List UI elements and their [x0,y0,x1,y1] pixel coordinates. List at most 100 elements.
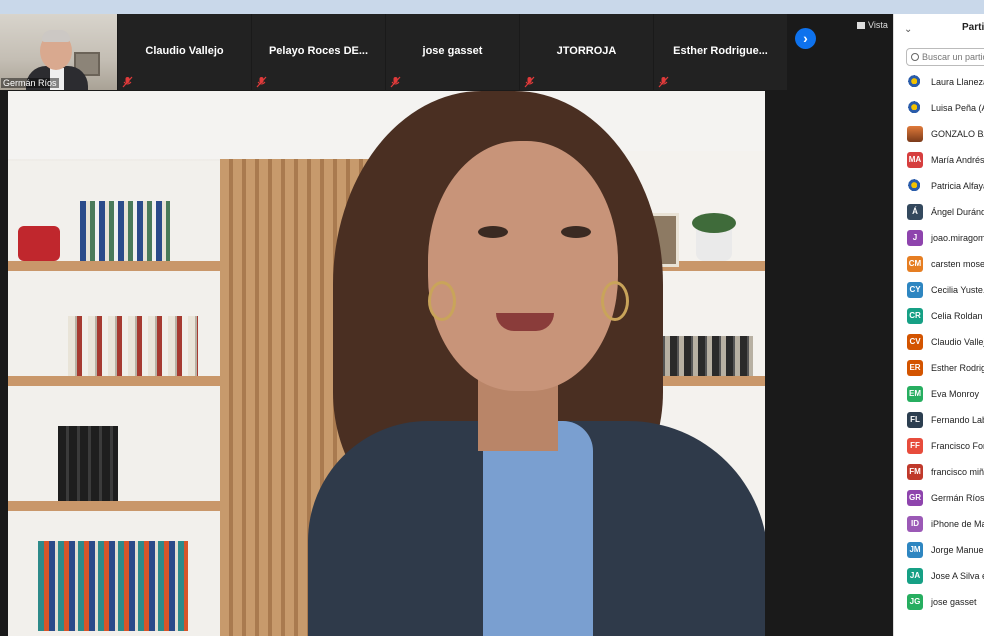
shelf [8,501,220,511]
self-hair [42,30,70,42]
participant-row[interactable]: FF Francisco Fons [894,434,984,460]
participant-row[interactable]: CR Celia Roldan S [894,304,984,330]
search-icon [911,53,919,61]
participant-row[interactable]: MA María Andrés [894,148,984,174]
participant-row[interactable]: Laura Llaneza ( [894,70,984,96]
earring [601,281,629,321]
participant-name: Patricia Alfayat [931,181,984,191]
self-video-tile[interactable]: Germán Ríos [0,14,117,90]
avatar: CM [907,256,923,272]
earring [428,281,456,321]
participant-row[interactable]: JM Jorge Manuel [894,538,984,564]
avatar: CY [907,282,923,298]
books [68,316,198,376]
red-vase [18,226,60,261]
participant-name: Claudio Vallejo [931,337,984,347]
participant-tile[interactable]: Pelayo Roces DE... [252,14,385,90]
mic-muted-icon [122,76,133,88]
participant-name: María Andrés [931,155,984,165]
mic-muted-icon [256,76,267,88]
participant-name: Esther Rodrigu [931,363,984,373]
avatar [907,100,923,116]
avatar [907,178,923,194]
participant-row[interactable]: FL Fernando Lab [894,408,984,434]
participant-name: Luisa Peña (Ar [931,103,984,113]
participant-name: carsten moser [931,259,984,269]
participant-row[interactable]: ID iPhone de Mar [894,512,984,538]
participant-name: Celia Roldan S [931,311,984,321]
participant-tile-name: JTORROJA [556,45,617,57]
participant-name: Francisco Fons [931,441,984,451]
avatar: J [907,230,923,246]
speaker-shirt [483,421,593,636]
participant-row[interactable]: CV Claudio Vallejo [894,330,984,356]
avatar: JA [907,568,923,584]
self-name-label: Germán Ríos [1,78,59,88]
participant-row[interactable]: CY Cecilia Yuste. S [894,278,984,304]
speaker-eye [561,226,591,238]
mic-muted-icon [390,76,401,88]
participant-name: GONZALO BAB [931,129,984,139]
participant-row[interactable]: Á Ángel Duránde [894,200,984,226]
participant-tile-name: jose gasset [422,45,483,57]
participant-row[interactable]: EM Eva Monroy [894,382,984,408]
participant-row[interactable]: Patricia Alfayat [894,174,984,200]
avatar: CV [907,334,923,350]
view-label: Vista [868,20,888,30]
mic-muted-icon [524,76,535,88]
participant-search-input[interactable]: Buscar un partic [906,48,984,66]
participant-name: jose gasset [931,597,977,607]
avatar: MA [907,152,923,168]
avatar: CR [907,308,923,324]
participant-row[interactable]: FM francisco miña [894,460,984,486]
avatar: FM [907,464,923,480]
books [80,201,170,261]
participant-tile-name: Pelayo Roces DE... [268,45,369,57]
avatar [907,126,923,142]
avatar: EM [907,386,923,402]
avatar: ER [907,360,923,376]
avatar: GR [907,490,923,506]
participant-row[interactable]: CM carsten moser [894,252,984,278]
participant-row[interactable]: Jjoao.miragome [894,226,984,252]
avatar [907,74,923,90]
avatar: FL [907,412,923,428]
view-button[interactable]: Vista [857,20,888,30]
participant-name: iPhone de Mar [931,519,984,529]
avatar: JG [907,594,923,610]
participant-tile-name: Claudio Vallejo [145,45,224,57]
participant-tile[interactable]: JTORROJA [520,14,653,90]
participant-name: Jorge Manuel [931,545,984,555]
participant-name: Jose A Silva e S [931,571,984,581]
participant-tile[interactable]: jose gasset [386,14,519,90]
participant-row[interactable]: GONZALO BAB [894,122,984,148]
participant-tile[interactable]: Esther Rodrigue... [654,14,787,90]
active-speaker-video[interactable] [8,91,765,636]
speaker-face [428,141,618,391]
participant-tile[interactable]: Claudio Vallejo [118,14,251,90]
participant-name: Germán Ríos [931,493,984,503]
participant-name: Fernando Lab [931,415,984,425]
participant-name: Eva Monroy [931,389,980,399]
plant [692,213,736,233]
panel-title: Partic [962,22,984,33]
participant-name: joao.miragome [931,233,984,243]
avatar: Á [907,204,923,220]
participant-row[interactable]: GR Germán Ríos [894,486,984,512]
next-page-button[interactable]: › [795,28,816,49]
participant-name: Cecilia Yuste. S [931,285,984,295]
panel-header: ⌄ Partic [894,14,984,44]
participant-row[interactable]: JA Jose A Silva e S [894,564,984,590]
search-placeholder: Buscar un partic [922,52,984,62]
plant-pot [696,229,732,261]
participant-row[interactable]: ER Esther Rodrigu [894,356,984,382]
chevron-down-icon[interactable]: ⌄ [904,24,912,35]
participant-row[interactable]: Luisa Peña (Ar [894,96,984,122]
participant-name: Laura Llaneza ( [931,77,984,87]
participant-name: Ángel Duránde [931,207,984,217]
video-bookshelf-left [8,161,220,636]
participant-row[interactable]: JG jose gasset [894,590,984,616]
avatar: ID [907,516,923,532]
books [58,426,118,501]
avatar: JM [907,542,923,558]
